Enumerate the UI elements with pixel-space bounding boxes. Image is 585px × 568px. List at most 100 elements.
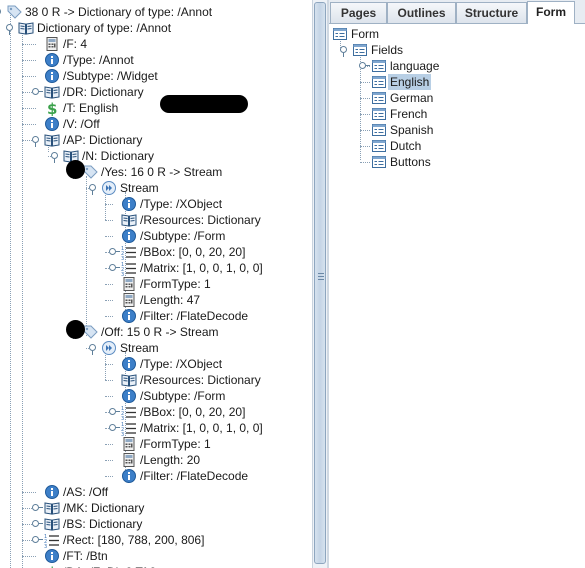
tree-node-da[interactable]: $ /DA: /ZaDb 0 Tf 0 g <box>0 564 312 568</box>
form-field-german[interactable]: German <box>329 90 585 106</box>
field-icon <box>371 106 387 122</box>
form-tree-root[interactable]: Form <box>329 26 585 42</box>
tree-node-ap[interactable]: /AP: Dictionary <box>0 132 312 148</box>
tab-form[interactable]: Form <box>527 1 575 24</box>
tree-node-length-2[interactable]: /Length: 20 <box>0 452 312 468</box>
tree-node-subtype-2[interactable]: /Subtype: /Form <box>0 388 312 404</box>
book-icon <box>44 132 60 148</box>
expand-toggle-icon[interactable] <box>109 248 120 255</box>
tree-node-n[interactable]: /N: Dictionary <box>0 148 312 164</box>
tree-node-filter-2[interactable]: /Filter: /FlateDecode <box>0 468 312 484</box>
tree-node-formtype-2[interactable]: /FormType: 1 <box>0 436 312 452</box>
form-field-french[interactable]: French <box>329 106 585 122</box>
tree-node-v[interactable]: /V: /Off <box>0 116 312 132</box>
tree-node-as[interactable]: /AS: /Off <box>0 484 312 500</box>
expand-toggle-icon[interactable] <box>109 264 120 271</box>
calculator-icon <box>121 276 137 292</box>
list-icon: 123 <box>121 404 137 422</box>
collapse-toggle-icon[interactable] <box>89 184 96 195</box>
tree-node-subtype[interactable]: /Subtype: /Widget <box>0 68 312 84</box>
scrollbar-thumb[interactable] <box>314 2 326 564</box>
tree-node-bs[interactable]: /BS: Dictionary <box>0 516 312 532</box>
form-field-buttons[interactable]: Buttons <box>329 154 585 170</box>
tree-node-label: /Resources: Dictionary <box>140 213 261 227</box>
form-icon <box>332 26 348 42</box>
panel-tabs: Pages Outlines Structure Form <box>329 0 585 24</box>
expand-toggle-icon[interactable] <box>32 504 43 511</box>
form-field-language[interactable]: language <box>329 58 585 74</box>
tree-node-type[interactable]: /Type: /Annot <box>0 52 312 68</box>
collapse-toggle-icon[interactable] <box>89 344 96 355</box>
info-icon <box>121 196 137 212</box>
tree-node-label: /Length: 20 <box>140 453 201 467</box>
collapse-toggle-icon[interactable] <box>0 8 1 15</box>
expand-toggle-icon[interactable] <box>109 408 120 415</box>
tab-pages[interactable]: Pages <box>330 2 387 23</box>
tree-node-label: /Subtype: /Form <box>140 389 226 403</box>
expand-toggle-icon[interactable] <box>32 520 43 527</box>
collapse-toggle-icon[interactable] <box>32 136 39 147</box>
tree-node-label: /Yes: 16 0 R -> Stream <box>101 165 223 179</box>
tree-node-stream-1[interactable]: Stream <box>0 180 312 196</box>
tab-outlines[interactable]: Outlines <box>387 2 456 23</box>
expand-toggle-icon[interactable] <box>32 536 43 543</box>
form-field-dutch[interactable]: Dutch <box>329 138 585 154</box>
tree-node-ref-38[interactable]: 38 0 R -> Dictionary of type: /Annot <box>0 4 312 20</box>
field-icon <box>371 74 387 90</box>
tree-node-label: /Filter: /FlateDecode <box>140 309 249 323</box>
tree-node-stream-2[interactable]: Stream <box>0 340 312 356</box>
tree-node-resources-1[interactable]: /Resources: Dictionary <box>0 212 312 228</box>
tree-node-label: /Length: 47 <box>140 293 201 307</box>
tree-node-label: /FormType: 1 <box>140 277 211 291</box>
tree-node-resources-2[interactable]: /Resources: Dictionary <box>0 372 312 388</box>
tree-node-label: /V: /Off <box>63 117 100 131</box>
expand-toggle-icon[interactable] <box>32 88 43 95</box>
book-icon <box>18 20 34 36</box>
form-tree-fields[interactable]: Fields <box>329 42 585 58</box>
tree-node-f[interactable]: /F: 4 <box>0 36 312 52</box>
collapse-toggle-icon[interactable] <box>340 46 347 57</box>
collapse-toggle-icon[interactable] <box>6 24 13 35</box>
tree-node-type-2[interactable]: /Type: /XObject <box>0 356 312 372</box>
tree-node-yes[interactable]: /Yes: 16 0 R -> Stream <box>0 164 312 180</box>
tag-icon <box>6 4 22 20</box>
tree-node-bbox-2[interactable]: 1 2 3/BBox: [0, 0, 20, 20] <box>0 404 312 422</box>
expand-toggle-icon[interactable] <box>109 424 120 431</box>
tree-node-ft[interactable]: /FT: /Btn <box>0 548 312 564</box>
tree-node-dr[interactable]: /DR: Dictionary <box>0 84 312 100</box>
tree-node-rect[interactable]: 1 2 3/Rect: [180, 788, 200, 806] <box>0 532 312 550</box>
tab-structure[interactable]: Structure <box>456 2 527 23</box>
tree-node-formtype-1[interactable]: /FormType: 1 <box>0 276 312 292</box>
info-icon <box>44 484 60 500</box>
tree-node-subtype-1[interactable]: /Subtype: /Form <box>0 228 312 244</box>
tree-node-t[interactable]: $ /T: English <box>0 100 312 118</box>
tree-node-label: /Type: /XObject <box>140 357 223 371</box>
field-icon <box>371 90 387 106</box>
tree-node-label: /T: English <box>63 101 119 115</box>
tree-node-label: /Subtype: /Widget <box>63 69 158 83</box>
tree-node-matrix-2[interactable]: 1 2 3/Matrix: [1, 0, 0, 1, 0, 0] <box>0 420 312 438</box>
tree-node-mk[interactable]: /MK: Dictionary <box>0 500 312 516</box>
tree-node-matrix-1[interactable]: 1 2 3/Matrix: [1, 0, 0, 1, 0, 0] <box>0 260 312 278</box>
tree-node-label: /Type: /Annot <box>63 53 134 67</box>
form-node-label: German <box>390 91 434 105</box>
expand-toggle-icon[interactable] <box>359 62 370 69</box>
collapse-toggle-icon[interactable] <box>51 152 58 163</box>
dollar-icon: $ <box>44 100 60 118</box>
list-icon: 123 <box>121 244 137 262</box>
tree-node-label: /Type: /XObject <box>140 197 223 211</box>
tree-node-label: /BBox: [0, 0, 20, 20] <box>140 405 246 419</box>
tree-node-bbox-1[interactable]: 1 2 3/BBox: [0, 0, 20, 20] <box>0 244 312 262</box>
info-icon <box>44 548 60 564</box>
form-field-english[interactable]: English <box>329 74 585 90</box>
field-icon <box>371 138 387 154</box>
list-icon: 123 <box>121 420 137 438</box>
tree-node-length-1[interactable]: /Length: 47 <box>0 292 312 308</box>
tree-node-filter-1[interactable]: /Filter: /FlateDecode <box>0 308 312 324</box>
tree-node-label: /Filter: /FlateDecode <box>140 469 249 483</box>
tree-node-off[interactable]: /Off: 15 0 R -> Stream <box>0 324 312 340</box>
form-field-spanish[interactable]: Spanish <box>329 122 585 138</box>
tree-node-type-1[interactable]: /Type: /XObject <box>0 196 312 212</box>
tree-vertical-scrollbar[interactable] <box>312 0 327 568</box>
tree-node-annot-dict[interactable]: Dictionary of type: /Annot <box>0 20 312 36</box>
